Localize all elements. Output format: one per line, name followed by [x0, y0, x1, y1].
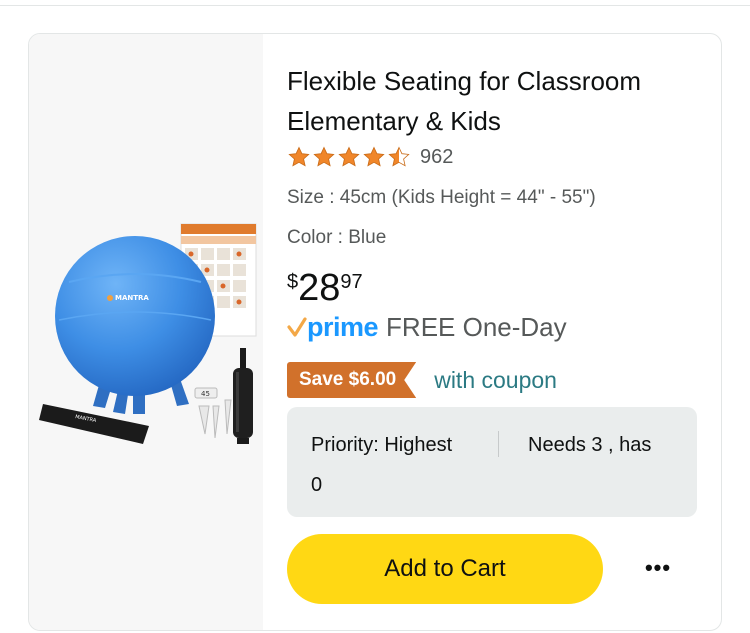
- star-half-icon: [388, 146, 410, 167]
- meta-divider: [498, 431, 499, 457]
- product-title[interactable]: Flexible Seating for Classroom Elementar…: [287, 61, 687, 141]
- needs-label: Needs 3 , has: [528, 434, 652, 456]
- top-divider: [0, 0, 750, 6]
- coupon-text[interactable]: with coupon: [434, 367, 557, 394]
- more-options-button[interactable]: •••: [641, 555, 675, 580]
- color-attribute: Color : Blue: [287, 227, 387, 248]
- price-fraction: 97: [340, 271, 363, 293]
- delivery-text: FREE One-Day: [386, 311, 567, 342]
- svg-text:45: 45: [201, 390, 210, 398]
- product-info: Flexible Seating for Classroom Elementar…: [287, 34, 707, 630]
- prime-delivery-row: prime FREE One-Day: [287, 310, 567, 344]
- resistance-band: MANTRA: [39, 404, 149, 444]
- size-attribute: Size : 45cm (Kids Height = 44" - 55"): [287, 187, 596, 208]
- brand-text: MANTRA: [115, 294, 149, 302]
- star-full-icon: [338, 146, 360, 167]
- coupon-badge[interactable]: Save $6.00: [287, 362, 416, 398]
- price-whole: 28: [298, 267, 341, 309]
- hand-pump: [233, 348, 253, 444]
- coupon-row[interactable]: Save $6.00 with coupon: [287, 362, 557, 398]
- star-full-icon: [288, 146, 310, 167]
- prime-wordmark: prime: [307, 311, 379, 342]
- prime-logo: prime: [287, 311, 379, 343]
- rating-row[interactable]: 962: [287, 144, 453, 170]
- priority-label: Priority: Highest: [311, 434, 453, 456]
- product-card: MANTRA MANTRA 45 Flexible Seating for Cl…: [28, 33, 722, 631]
- review-count[interactable]: 962: [420, 146, 453, 169]
- star-full-icon: [313, 146, 335, 167]
- product-image[interactable]: MANTRA MANTRA 45: [29, 34, 263, 630]
- inflation-needles: 45: [194, 387, 232, 439]
- star-rating-icon: [287, 145, 412, 169]
- prime-check-icon: [287, 317, 307, 337]
- add-to-cart-button[interactable]: Add to Cart: [287, 534, 603, 604]
- product-photo: MANTRA MANTRA 45: [39, 223, 257, 444]
- price-currency: $: [287, 271, 299, 293]
- price: $ 28 97: [287, 266, 363, 310]
- star-full-icon: [363, 146, 385, 167]
- has-count: 0: [311, 474, 323, 496]
- list-item-meta: Priority: Highest Needs 3 , has 0: [287, 407, 697, 517]
